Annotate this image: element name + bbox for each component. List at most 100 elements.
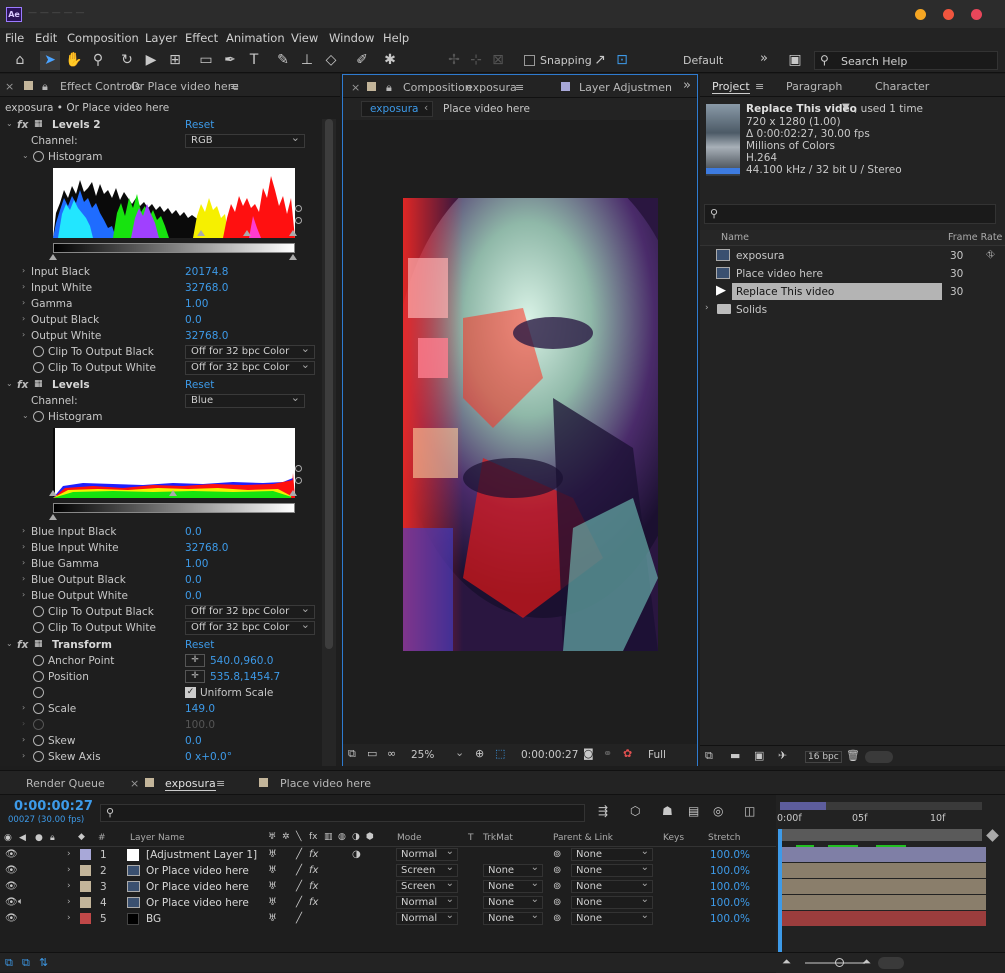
uniform-scale-checkbox[interactable]: ✓ <box>185 687 196 698</box>
draft-3d-icon[interactable]: ⬡ <box>630 804 640 818</box>
tab-render-queue[interactable]: Render Queue <box>26 777 105 790</box>
twirl-icon[interactable]: › <box>22 751 25 760</box>
twirl-icon[interactable]: › <box>22 590 25 599</box>
col-trkmat[interactable]: TrkMat <box>483 833 513 843</box>
layer-duration-bar[interactable] <box>782 911 986 926</box>
anchor-point-row[interactable]: Anchor Point ✛ 540.0,960.0 <box>0 653 320 669</box>
layer-name[interactable]: Or Place video here <box>146 865 249 877</box>
fx-switch-icon[interactable]: fx <box>309 849 318 860</box>
in-out-icon[interactable]: ⇅ <box>39 956 48 969</box>
fx-switch-icon[interactable]: fx <box>309 865 318 876</box>
crosshair-icon[interactable]: ✛ <box>185 670 205 683</box>
quality-switch-icon[interactable]: ╱ <box>296 881 302 892</box>
item-dropdown-icon[interactable]: ▼ <box>842 102 850 113</box>
panel-menu-icon[interactable]: ≡ <box>230 80 239 93</box>
parent-dropdown[interactable]: None <box>571 846 653 861</box>
project-item-solids[interactable]: › Solids <box>702 301 987 319</box>
twirl-icon[interactable]: › <box>705 303 709 313</box>
solo-icon[interactable]: ● <box>35 833 43 843</box>
tab-exposura[interactable]: exposura <box>165 777 216 791</box>
layer-switches-icon[interactable]: ⧉ <box>5 956 13 970</box>
lock-icon[interactable]: 🔒︎ <box>42 80 48 94</box>
quality-switch-icon[interactable]: ╱ <box>296 849 302 860</box>
pickwhip-icon[interactable]: ⊚ <box>553 913 561 924</box>
composition-tab-name[interactable]: exposura <box>466 81 517 94</box>
shy-layers-icon[interactable]: ☗ <box>662 804 673 818</box>
twirl-icon[interactable]: › <box>22 266 25 275</box>
adjustment-column-icon[interactable]: ◑ <box>352 832 360 842</box>
layer-name[interactable]: BG <box>146 913 161 925</box>
stopwatch-icon[interactable] <box>33 362 44 373</box>
close-tab-icon[interactable]: × <box>5 80 14 93</box>
twirl-icon[interactable]: › <box>67 865 71 875</box>
camera-tool-icon[interactable]: ▶ <box>141 51 161 70</box>
effect-controls-layer[interactable]: Or Place video here <box>131 80 239 93</box>
type-tool-icon[interactable]: T <box>244 51 264 70</box>
timeline-zoom-thumb[interactable] <box>835 958 844 967</box>
gamma-slider[interactable] <box>243 230 251 236</box>
property-value[interactable]: 1.00 <box>185 298 208 310</box>
rectangle-tool-icon[interactable]: ▭ <box>196 51 216 70</box>
col-parent[interactable]: Parent & Link <box>553 833 613 843</box>
twirl-icon[interactable]: › <box>22 314 25 323</box>
channel-dropdown[interactable]: RGB <box>185 132 305 148</box>
shy-icon[interactable]: ♅ <box>268 832 276 842</box>
position-row[interactable]: Position ✛ 535.8,1454.7 <box>0 669 320 685</box>
minimize-button[interactable] <box>915 9 926 20</box>
pan-behind-tool-icon[interactable]: ⊞ <box>165 51 185 70</box>
layer-label-color[interactable] <box>80 865 91 876</box>
lock-column-icon[interactable]: 🔒︎ <box>50 833 55 843</box>
layer-label-color[interactable] <box>80 897 91 908</box>
layer-tab[interactable]: Layer Adjustmen <box>579 81 672 94</box>
layer-row[interactable]: 👁︎ › 2 Or Place video here ♅ ╱ fx Screen… <box>0 862 776 879</box>
mode-dropdown[interactable]: Normal <box>396 846 458 861</box>
close-button[interactable] <box>971 9 982 20</box>
trkmat-dropdown[interactable]: None <box>483 910 543 925</box>
fx-icon[interactable]: fx <box>17 639 28 651</box>
output-black-slider[interactable] <box>49 254 57 260</box>
fx-icon[interactable]: fx <box>17 379 28 391</box>
property-value[interactable]: 32768.0 <box>185 330 228 342</box>
layer-row[interactable]: 👁︎ 🔈︎ › 4 Or Place video here ♅ ╱ fx Nor… <box>0 894 776 911</box>
twirl-icon[interactable]: › <box>22 558 25 567</box>
clip-black-dropdown[interactable]: Off for 32 bpc Color <box>185 343 315 359</box>
twirl-icon[interactable]: › <box>22 526 25 535</box>
eraser-tool-icon[interactable]: ◇ <box>321 51 341 70</box>
snapping-checkbox[interactable] <box>524 55 535 66</box>
more-tabs-icon[interactable]: » <box>683 78 691 93</box>
property-value[interactable]: 0.0 <box>185 590 202 602</box>
pickwhip-icon[interactable]: ⊚ <box>553 849 561 860</box>
trkmat-dropdown[interactable]: None <box>483 894 543 909</box>
menu-help[interactable]: Help <box>383 31 409 45</box>
menu-window[interactable]: Window <box>329 31 374 45</box>
new-folder-icon[interactable]: ▬ <box>730 749 740 762</box>
tab-place-video[interactable]: Place video here <box>280 777 371 790</box>
property-value[interactable]: 149.0 <box>185 703 215 715</box>
twirl-icon[interactable]: › <box>22 735 25 744</box>
frame-blending-icon[interactable]: ▤ <box>688 804 699 818</box>
stopwatch-icon[interactable] <box>33 346 44 357</box>
sync-settings-icon[interactable]: ▣ <box>785 51 805 70</box>
parent-dropdown[interactable]: None <box>571 878 653 893</box>
tab-paragraph[interactable]: Paragraph <box>786 80 842 93</box>
hand-tool-icon[interactable]: ✋ <box>64 51 84 70</box>
transfer-controls-icon[interactable]: ⧉ <box>22 956 30 970</box>
thumbnail-slider[interactable] <box>865 751 893 763</box>
zoom-tool-icon[interactable]: ⚲ <box>88 51 108 70</box>
selection-tool-icon[interactable]: ➤ <box>40 51 60 70</box>
close-tab-icon[interactable]: × <box>351 81 360 94</box>
menu-effect[interactable]: Effect <box>185 31 218 45</box>
stopwatch-icon[interactable] <box>33 687 44 698</box>
world-axis-icon[interactable]: ⊹ <box>466 51 486 70</box>
mode-dropdown[interactable]: Normal <box>396 910 458 925</box>
input-white-slider[interactable] <box>289 490 297 496</box>
mode-dropdown[interactable]: Normal <box>396 894 458 909</box>
property-row[interactable]: › Input Black 20174.8 <box>0 264 320 280</box>
flowchart-icon[interactable]: ⛗ <box>986 248 995 262</box>
twirl-icon[interactable]: › <box>22 703 25 712</box>
stopwatch-icon[interactable] <box>33 703 44 714</box>
twirl-icon[interactable]: ⌄ <box>6 379 13 388</box>
quality-switch-icon[interactable]: ╱ <box>296 913 302 924</box>
rotate-tool-icon[interactable]: ↻ <box>117 51 137 70</box>
search-help-input[interactable]: Search Help <box>841 55 907 68</box>
